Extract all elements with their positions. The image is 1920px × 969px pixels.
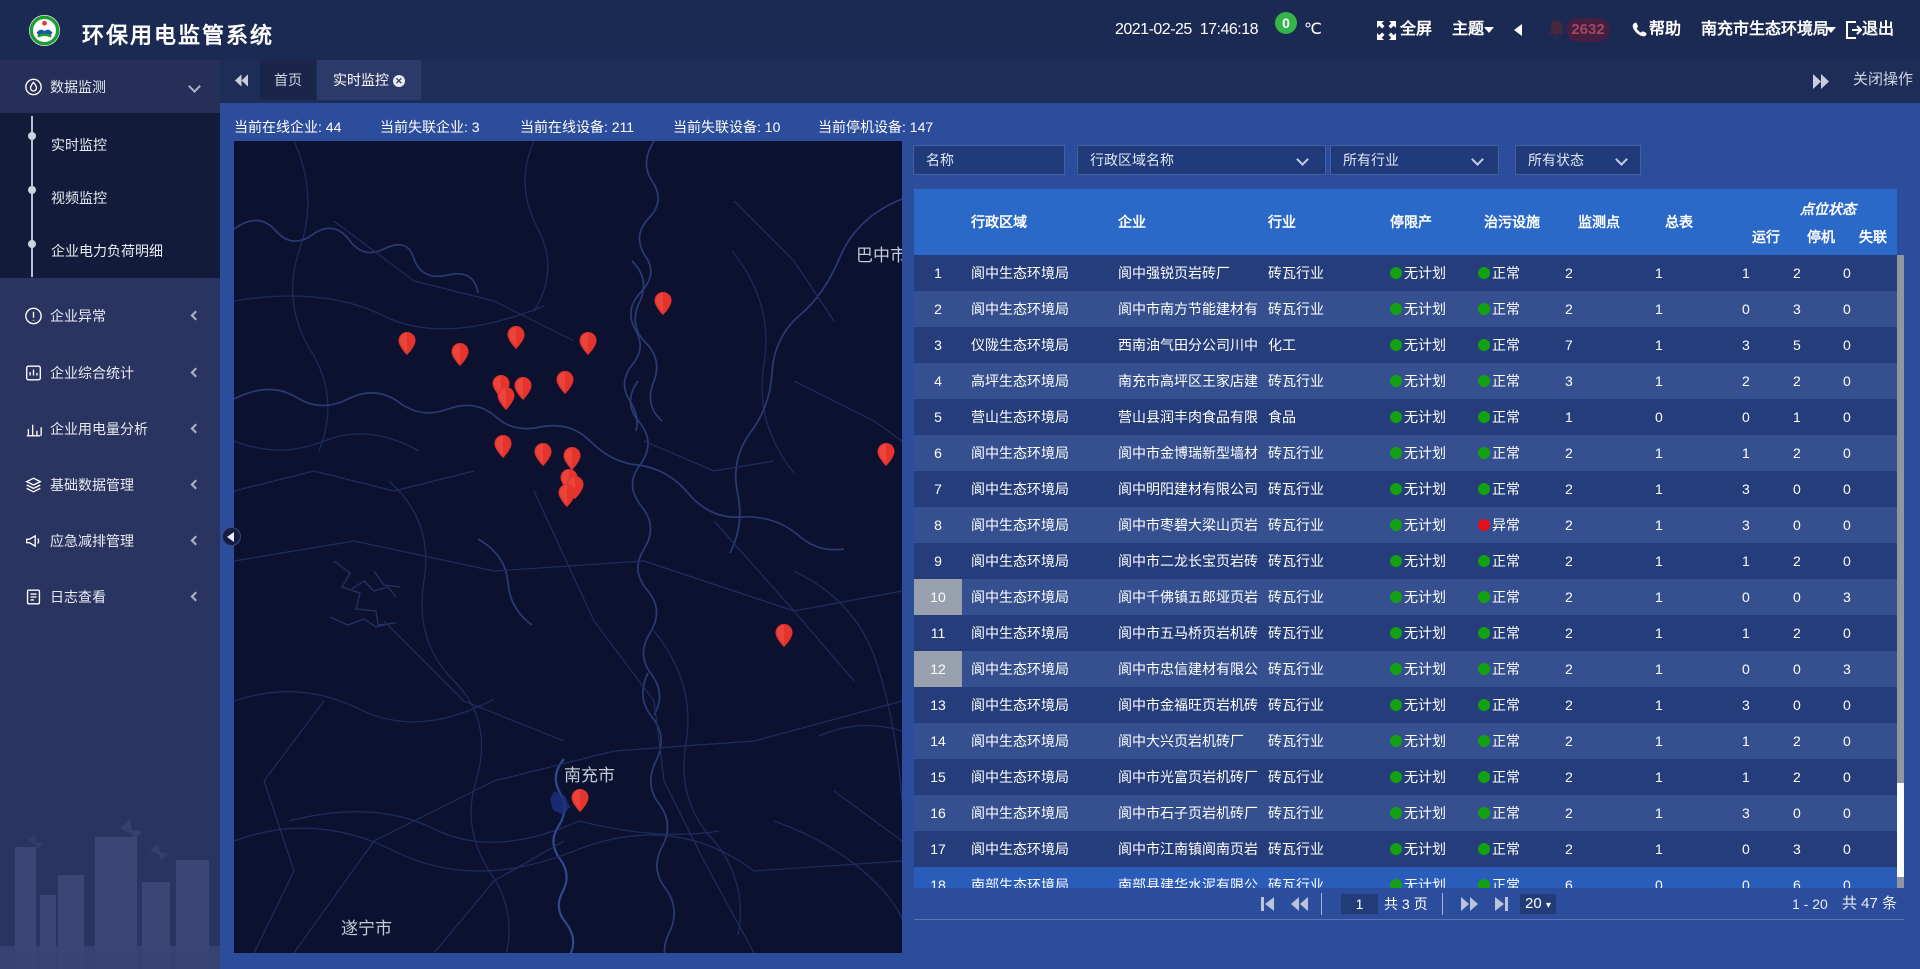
svg-text:遂宁市: 遂宁市 [341,919,392,938]
svg-text:南充市: 南充市 [564,766,615,785]
svg-text:巴中市: 巴中市 [856,246,902,265]
